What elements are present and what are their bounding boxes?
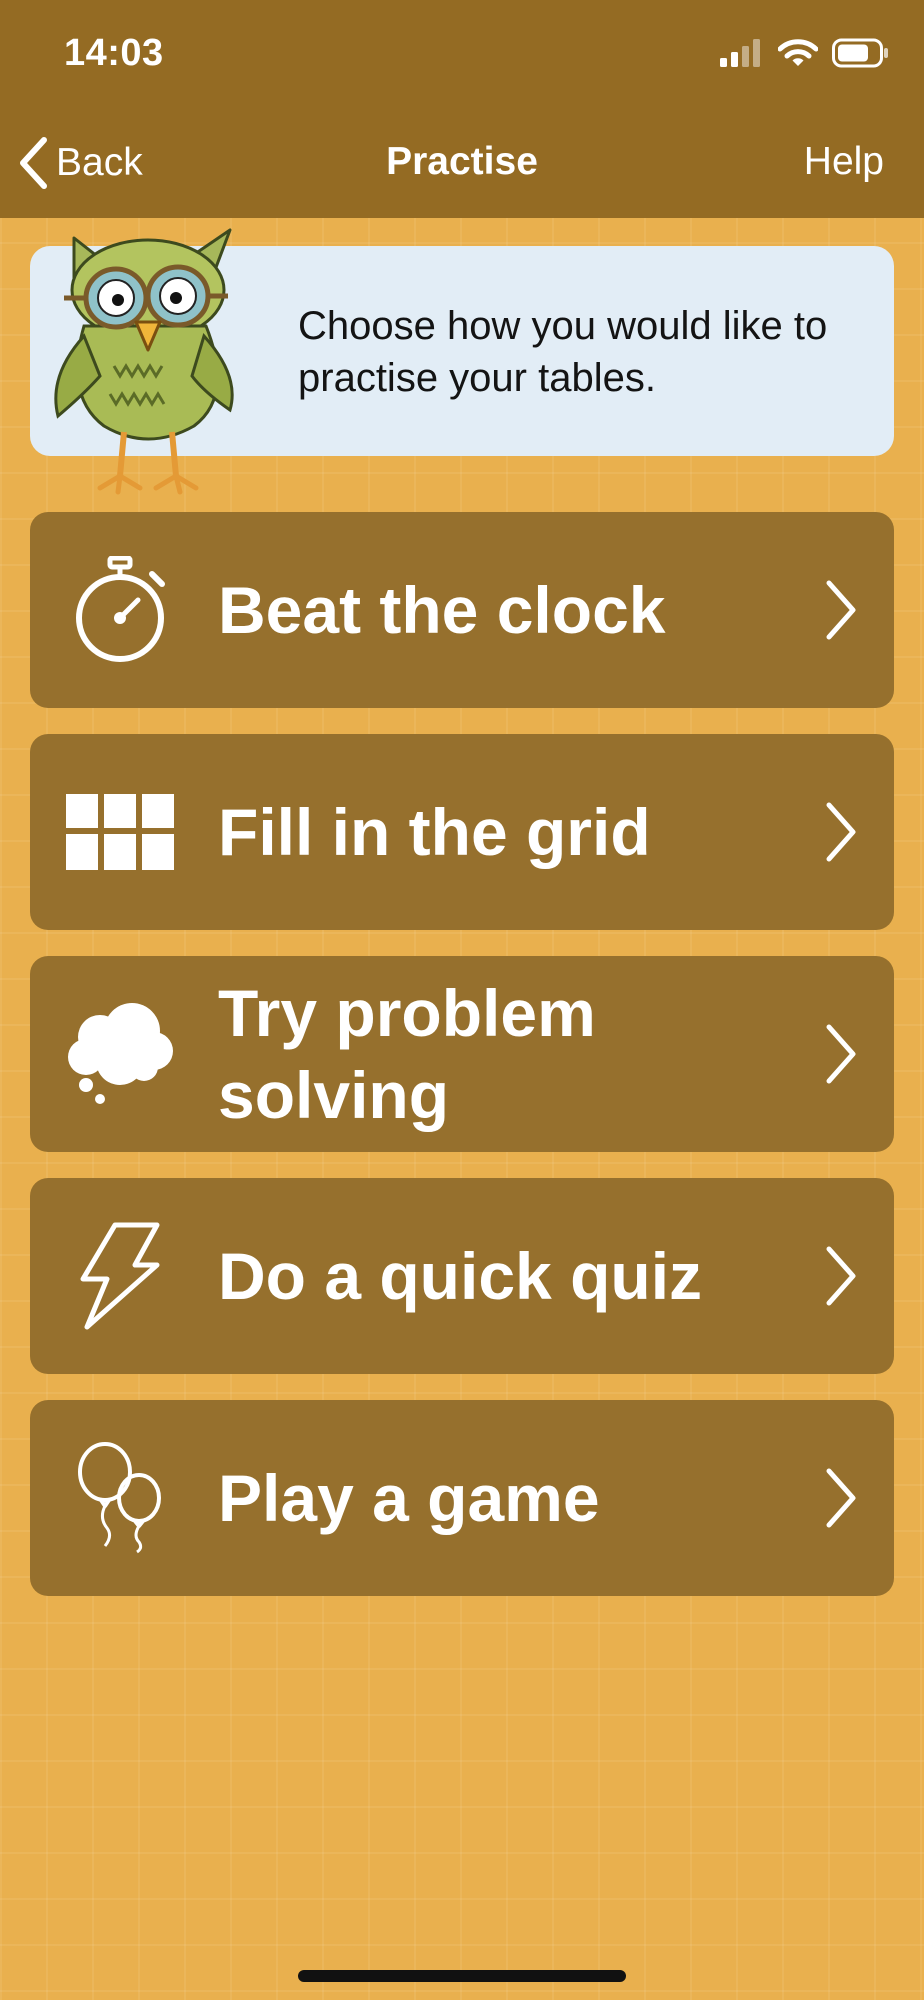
top-bar: 14:03 Back Practise Help (0, 0, 924, 218)
thought-cloud-icon (66, 998, 174, 1110)
menu-item-do-a-quick-quiz[interactable]: Do a quick quiz (30, 1178, 894, 1374)
wifi-icon (778, 39, 818, 66)
stopwatch-icon (66, 554, 174, 666)
lightning-icon (66, 1220, 174, 1332)
menu-item-label: Beat the clock (218, 573, 666, 647)
info-text: Choose how you would like to practise yo… (298, 304, 828, 400)
chevron-right-icon (826, 1468, 856, 1528)
menu-item-fill-in-the-grid[interactable]: Fill in the grid (30, 734, 894, 930)
page-title: Practise (386, 140, 538, 183)
menu-item-try-problem-solving[interactable]: Try problem solving (30, 956, 894, 1152)
menu-item-play-a-game[interactable]: Play a game (30, 1400, 894, 1596)
menu-item-label: Fill in the grid (218, 795, 651, 869)
status-icons (720, 38, 890, 68)
owl-mascot-icon (54, 228, 234, 495)
balloons-icon (66, 1442, 174, 1554)
grid-icon (66, 776, 174, 888)
menu-item-beat-the-clock[interactable]: Beat the clock (30, 512, 894, 708)
battery-icon (832, 38, 888, 68)
chevron-right-icon (826, 1024, 856, 1084)
chevron-right-icon (826, 580, 856, 640)
chevron-right-icon (826, 1246, 856, 1306)
menu-item-label: Do a quick quiz (218, 1239, 703, 1313)
home-indicator[interactable] (298, 1970, 626, 1982)
cellular-signal-icon (720, 39, 760, 67)
menu-item-label: Try problem solving (218, 976, 596, 1132)
menu-item-label: Play a game (218, 1461, 600, 1535)
status-time: 14:03 (64, 32, 164, 74)
practise-menu: Beat the clock Fill in the grid Try prob… (30, 512, 894, 1622)
help-button[interactable]: Help (804, 140, 884, 184)
chevron-right-icon (826, 802, 856, 862)
